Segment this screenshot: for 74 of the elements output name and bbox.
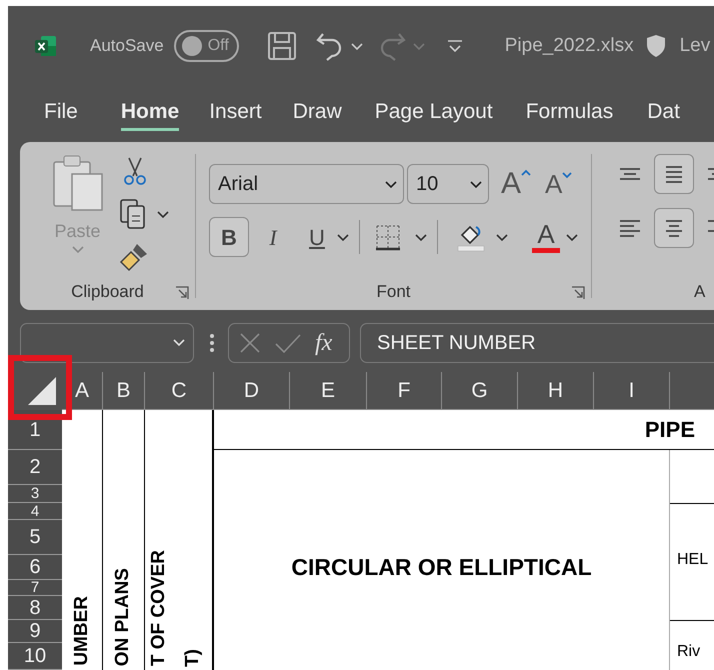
align-top-icon (619, 168, 641, 180)
dialog-launcher-icon[interactable] (175, 286, 189, 300)
column-header[interactable]: D (214, 372, 290, 410)
group-label: Clipboard (71, 281, 144, 304)
column-heading: T OF COVER (149, 550, 170, 666)
triangle-icon (28, 377, 56, 405)
middle-align-button[interactable] (654, 154, 694, 194)
underline-button[interactable]: U (297, 217, 337, 257)
menu-tab[interactable]: Formulas (526, 99, 614, 131)
menu-tab[interactable]: Draw (292, 99, 342, 131)
align-center-icon (665, 220, 683, 236)
menu-tab[interactable]: Dat (647, 99, 680, 131)
menu-tab[interactable]: Page Layout (374, 99, 493, 131)
group-label: Font (376, 281, 411, 304)
caret-icon[interactable] (337, 232, 349, 242)
font-name-dropdown[interactable]: Arial (209, 164, 404, 204)
shield-icon[interactable] (646, 34, 666, 58)
column-header[interactable]: B (103, 372, 145, 410)
dialog-launcher-icon[interactable] (571, 286, 585, 300)
save-icon[interactable] (266, 31, 297, 61)
insert-function-button[interactable]: fx (315, 330, 332, 354)
caret-icon[interactable] (157, 210, 169, 218)
sensitivity-label[interactable]: Lev (680, 32, 710, 60)
excel-logo-icon (35, 35, 57, 57)
copy-icon[interactable] (119, 198, 147, 230)
column-heading: UMBER (72, 596, 92, 666)
font-size-dropdown[interactable]: 10 (407, 164, 489, 204)
column-header[interactable]: F (367, 372, 442, 410)
row-header[interactable]: 4 (8, 503, 62, 520)
font-color-button[interactable]: A (532, 221, 560, 253)
column-header[interactable]: H (518, 372, 594, 410)
row-header[interactable]: 2 (8, 450, 62, 485)
column-heading: ON PLANS (113, 568, 134, 666)
borders-icon[interactable] (375, 224, 401, 250)
column-header[interactable]: C (145, 372, 214, 410)
table-cell-text: HEL (677, 550, 708, 570)
menu-tab[interactable]: Home (120, 99, 180, 131)
table-heading: CIRCULAR OR ELLIPTICAL (291, 552, 592, 582)
table-heading: PIPE (644, 416, 695, 444)
row-header[interactable]: 10 (8, 643, 62, 670)
caret-icon (72, 245, 84, 254)
formula-field[interactable]: SHEET NUMBER (360, 322, 714, 362)
row-header[interactable]: 3 (8, 485, 62, 503)
center-button[interactable] (654, 208, 694, 248)
file-name: Pipe_2022.xlsx (504, 34, 634, 58)
group-label: A (694, 281, 706, 304)
caret-icon[interactable] (566, 232, 578, 242)
caret-icon[interactable] (496, 232, 508, 242)
caret-icon[interactable] (415, 232, 427, 242)
format-painter-icon[interactable] (119, 242, 149, 272)
caret-icon[interactable] (385, 180, 397, 188)
italic-button[interactable]: I (253, 217, 293, 257)
column-header[interactable]: G (442, 372, 518, 410)
align-middle-icon (665, 166, 683, 182)
row-header[interactable]: 8 (8, 596, 62, 620)
increase-font-size-button[interactable]: A (501, 169, 532, 199)
menu-tab[interactable]: Insert (209, 99, 262, 131)
align-left-icon (619, 220, 641, 236)
decrease-font-size-button[interactable]: A (545, 171, 572, 197)
row-header[interactable]: 9 (8, 620, 62, 643)
menu-tab[interactable]: File (44, 99, 78, 131)
table-cell-text: Riv (677, 642, 700, 662)
bold-button[interactable]: B (209, 217, 249, 257)
more-options-icon[interactable] (209, 332, 215, 352)
caret-icon[interactable] (470, 180, 482, 188)
clipboard-icon (52, 154, 104, 212)
row-header[interactable]: 6 (8, 555, 62, 580)
column-header[interactable]: E (290, 372, 367, 410)
customize-toolbar-icon[interactable] (446, 39, 463, 53)
autosave-label: AutoSave (90, 35, 164, 58)
row-header[interactable]: 5 (8, 520, 62, 555)
row-header[interactable]: 7 (8, 580, 62, 596)
column-header[interactable]: I (594, 372, 670, 410)
column-heading: T) (183, 649, 204, 667)
